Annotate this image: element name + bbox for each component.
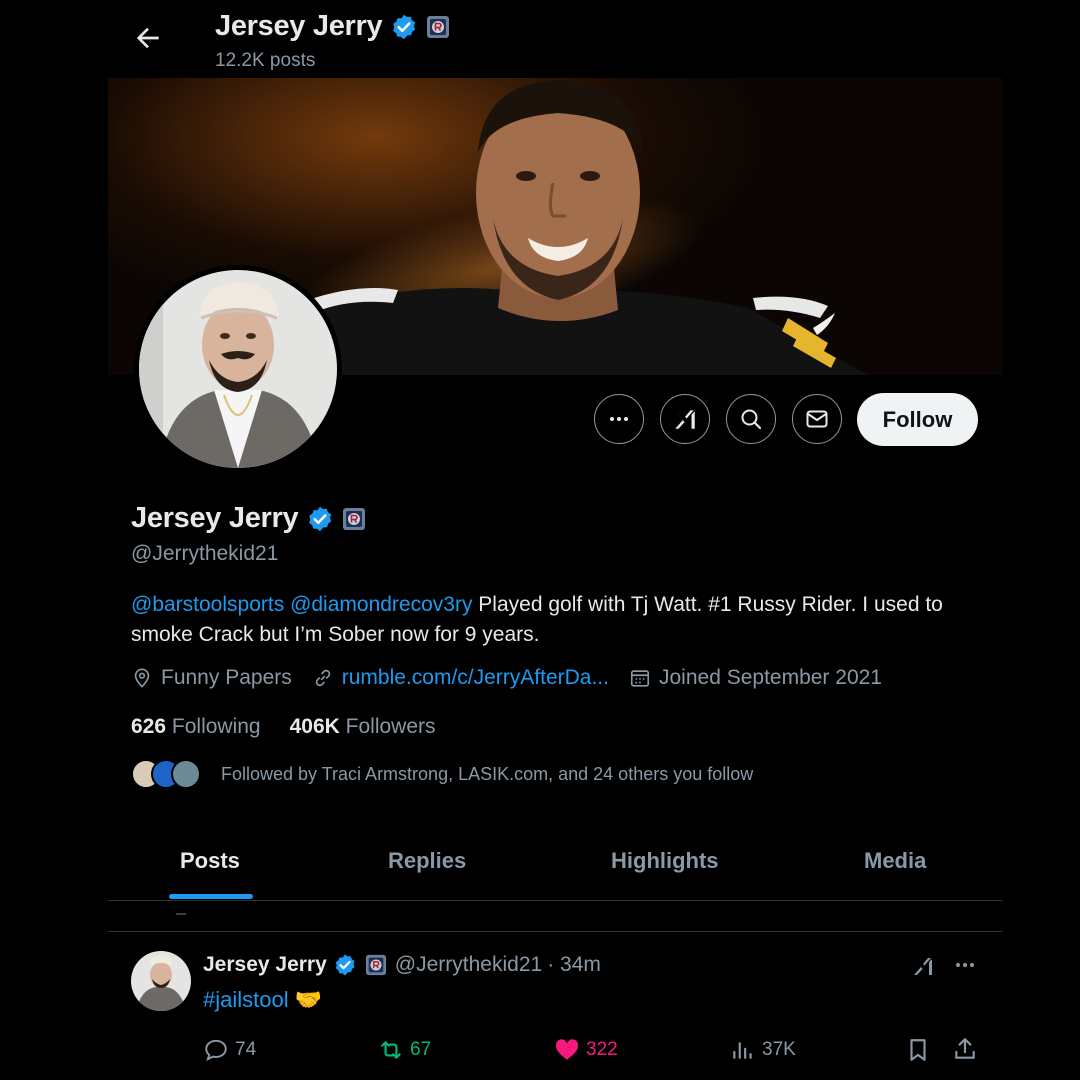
follow-button[interactable]: Follow — [857, 393, 978, 446]
followers-count: 406K — [289, 715, 340, 738]
heart-icon — [556, 1039, 579, 1060]
arrow-left-icon[interactable] — [132, 22, 164, 54]
profile-bio: @barstoolsports @diamondrecov3ry Played … — [131, 590, 981, 650]
handshake-emoji: 🤝 — [294, 987, 323, 1012]
grok-button[interactable] — [660, 394, 710, 444]
more-icon[interactable] — [953, 953, 977, 977]
more-icon — [610, 417, 628, 421]
message-button[interactable] — [792, 394, 842, 444]
barstool-badge-icon — [427, 15, 450, 38]
divider — [108, 931, 1002, 932]
tab-media[interactable]: Media — [864, 848, 926, 874]
followed-by-text: Followed by Traci Armstrong, LASIK.com, … — [221, 763, 754, 784]
post-body: #jailstool 🤝 — [203, 987, 322, 1013]
followers-stat[interactable]: 406K Followers — [290, 715, 436, 739]
post-header: Jersey Jerry @Jerrythekid21 · 34m — [203, 953, 601, 977]
share-icon[interactable] — [952, 1036, 978, 1062]
location-pin-icon — [134, 668, 150, 688]
verified-badge-icon — [393, 14, 416, 39]
avatar-photo — [139, 270, 337, 468]
grok-icon — [675, 410, 695, 429]
repost-button[interactable]: 67 — [378, 1037, 431, 1063]
bookmark-icon[interactable] — [905, 1037, 931, 1063]
follow-stats: 626 Following 406K Followers — [131, 715, 436, 739]
followers-label: Followers — [345, 715, 436, 738]
location-text: Funny Papers — [161, 666, 292, 689]
envelope-icon — [806, 410, 828, 428]
followed-by-row[interactable]: Followed by Traci Armstrong, LASIK.com, … — [131, 759, 753, 789]
header-post-count: 12.2K posts — [215, 50, 316, 71]
link-icon — [315, 669, 330, 687]
following-label: Following — [171, 715, 261, 738]
reply-button[interactable]: 74 — [203, 1037, 256, 1063]
verified-badge-icon[interactable] — [306, 505, 334, 533]
following-stat[interactable]: 626 Following — [131, 715, 261, 739]
profile-name-row: Jersey Jerry — [131, 502, 366, 535]
profile-avatar[interactable] — [134, 265, 342, 473]
grok-icon[interactable] — [911, 953, 935, 979]
reply-count: 74 — [235, 1039, 257, 1060]
post-avatar-photo — [131, 951, 191, 1011]
calendar-icon — [630, 670, 650, 687]
post-time[interactable]: · 34m — [547, 953, 601, 977]
reply-icon — [205, 1039, 227, 1062]
following-count: 626 — [131, 715, 167, 738]
joined-text: Joined September 2021 — [658, 666, 882, 689]
post-author-handle[interactable]: @Jerrythekid21 — [395, 953, 542, 977]
post-author-name[interactable]: Jersey Jerry — [203, 953, 327, 977]
website-item[interactable]: rumble.com/c/JerryAfterDa... — [312, 666, 609, 690]
joined-item: Joined September 2021 — [629, 666, 882, 690]
barstool-badge-icon — [365, 954, 386, 976]
more-options-button[interactable] — [594, 394, 644, 444]
search-profile-button[interactable] — [726, 394, 776, 444]
search-icon — [741, 409, 762, 430]
follower-avatar — [171, 759, 201, 789]
profile-name: Jersey Jerry — [131, 502, 299, 534]
tab-highlights[interactable]: Highlights — [611, 848, 719, 874]
website-link[interactable]: rumble.com/c/JerryAfterDa... — [342, 666, 609, 690]
view-count: 37K — [762, 1039, 796, 1060]
profile-meta: Funny Papers rumble.com/c/JerryAfterDa..… — [131, 666, 902, 690]
profile-tabs: Posts Replies Highlights Media — [108, 830, 1002, 900]
header-name: Jersey Jerry — [215, 10, 383, 42]
tab-posts[interactable]: Posts — [180, 848, 240, 874]
tab-replies[interactable]: Replies — [388, 848, 466, 874]
like-count: 322 — [586, 1039, 618, 1060]
bio-mention-diamond[interactable]: @diamondrecov3ry — [290, 593, 472, 616]
divider — [108, 900, 1002, 901]
post-author-avatar[interactable] — [131, 951, 191, 1011]
bio-mention-barstool[interactable]: @barstoolsports — [131, 593, 284, 616]
views-button[interactable]: 37K — [730, 1037, 796, 1063]
active-tab-indicator — [169, 894, 253, 899]
profile-handle: @Jerrythekid21 — [131, 542, 279, 565]
like-button[interactable]: 322 — [554, 1037, 618, 1063]
repost-count: 67 — [410, 1039, 432, 1060]
profile-page: Jersey Jerry 12.2K posts Follow Jersey J… — [108, 0, 1002, 1080]
repost-icon — [381, 1041, 401, 1059]
header-title: Jersey Jerry — [215, 10, 450, 43]
views-chart-icon — [733, 1042, 752, 1059]
location-item: Funny Papers — [131, 666, 292, 690]
post-hashtag[interactable]: #jailstool — [203, 987, 289, 1012]
barstool-badge-icon[interactable] — [342, 507, 366, 531]
verified-badge-icon — [335, 954, 355, 976]
divider-mark — [176, 913, 186, 915]
